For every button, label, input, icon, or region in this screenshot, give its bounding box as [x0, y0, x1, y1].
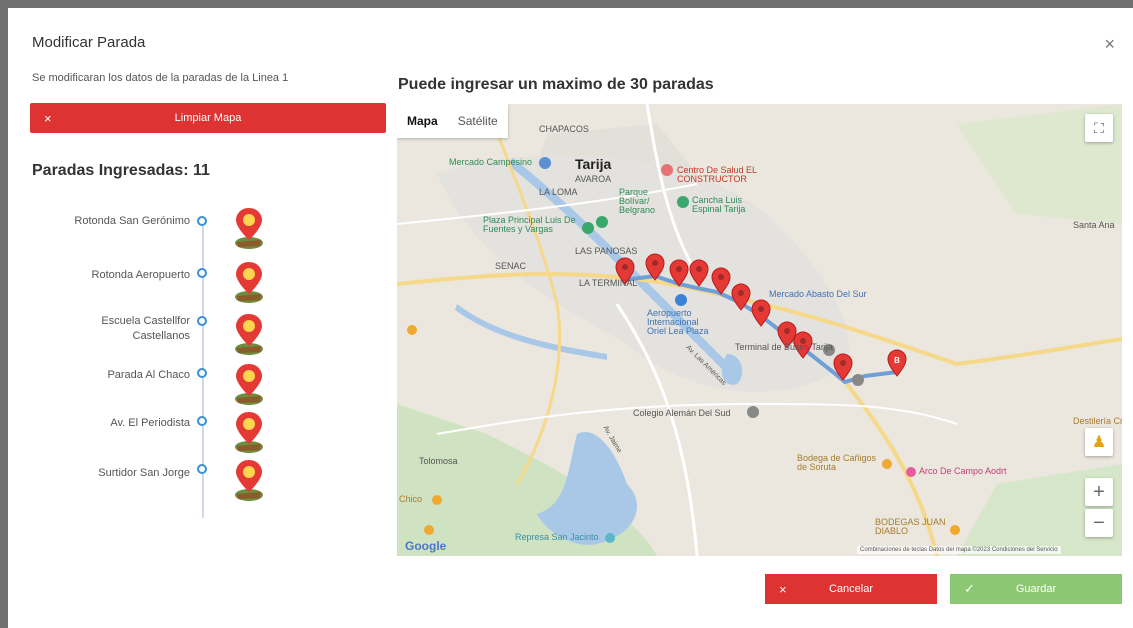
map-type-tabs: Mapa Satélite: [397, 104, 508, 138]
map-label: Colegio Alemán Del Sud: [633, 408, 731, 418]
map-label: BODEGAS JUAN DIABLO: [875, 517, 946, 536]
map-label: Bodega de Cañigos de Soruta: [797, 453, 877, 472]
map-pin-icon: [235, 208, 263, 249]
map-label: AVAROA: [575, 174, 612, 184]
stop-item[interactable]: Av. El Periodista: [32, 410, 372, 460]
modal-subtitle: Se modificaran los datos de la paradas d…: [32, 72, 289, 84]
modify-stop-modal: Modificar Parada × Se modificaran los da…: [8, 8, 1133, 628]
map-label: Mercado Abasto Del Sur: [769, 289, 867, 299]
close-icon: ×: [44, 110, 52, 126]
stop-item[interactable]: Rotonda San Gerónimo: [32, 206, 372, 256]
tab-mapa[interactable]: Mapa: [397, 104, 448, 138]
stop-item[interactable]: Surtidor San Jorge: [32, 458, 372, 508]
timeline-dot-icon: [197, 416, 207, 426]
close-icon: ×: [779, 581, 787, 597]
stop-item[interactable]: Parada Al Chaco: [32, 362, 372, 412]
google-logo: Google: [405, 539, 447, 553]
stop-label: Rotonda Aeropuerto: [91, 269, 190, 281]
stop-label: Escuela Castellfor Castellanos: [101, 315, 190, 342]
clear-map-label: Limpiar Mapa: [174, 112, 242, 124]
stop-item[interactable]: Rotonda Aeropuerto: [32, 260, 372, 310]
timeline-dot-icon: [197, 316, 207, 326]
map-pin-icon: [235, 262, 263, 303]
stop-label: Rotonda San Gerónimo: [74, 215, 190, 227]
save-label: Guardar: [1015, 583, 1057, 595]
stop-label: Parada Al Chaco: [107, 369, 190, 381]
stop-label: Surtidor San Jorge: [98, 467, 190, 479]
close-icon[interactable]: ×: [1104, 34, 1115, 55]
map-label: Mercado Campesino: [449, 157, 533, 167]
map-label: Arco De Campo Aodrt: [919, 466, 1007, 476]
map-pin-icon: [235, 364, 263, 405]
timeline-dot-icon: [197, 464, 207, 474]
map-label: LA TERMINAL: [579, 278, 638, 288]
map-label: Parque Bolívar/ Belgrano: [619, 187, 656, 215]
timeline-dot-icon: [197, 216, 207, 226]
cancel-label: Cancelar: [828, 583, 874, 595]
map-pin-icon: [235, 412, 263, 453]
map-label: Represa San Jacinto: [515, 532, 599, 542]
cancel-button[interactable]: × Cancelar: [765, 574, 937, 604]
map-label: CHAPACOS: [539, 124, 589, 134]
map-label-city: Tarija: [575, 156, 612, 172]
pegman-icon[interactable]: ♟: [1085, 428, 1113, 456]
map-label: Tolomosa: [419, 456, 458, 466]
map-label: Aeropuerto Internacional Oriel Lea Plaza: [647, 308, 709, 336]
map-label: LAS PANOSAS: [575, 246, 638, 256]
check-icon: ✓: [964, 581, 975, 596]
timeline-dot-icon: [197, 268, 207, 278]
tab-satelite[interactable]: Satélite: [448, 104, 508, 138]
map-label: Cancha Luis Espinal Tarija: [692, 195, 746, 214]
map-pin-icon: [235, 460, 263, 501]
stop-label: Av. El Periodista: [110, 417, 190, 429]
map-label: Santa Ana: [1073, 220, 1115, 230]
map-label: Destilería Cruz: [1073, 416, 1122, 426]
map-footer[interactable]: Combinaciones de teclas Datos del mapa ©…: [857, 546, 1061, 554]
fullscreen-icon[interactable]: ⛶: [1085, 114, 1113, 142]
map-label: Chico: [399, 494, 423, 504]
map-label: SENAC: [495, 261, 527, 271]
map-heading: Puede ingresar un maximo de 30 paradas: [398, 76, 714, 93]
map-label: Centro De Salud EL CONSTRUCTOR: [677, 165, 757, 184]
svg-text:B: B: [894, 356, 900, 365]
map-canvas[interactable]: B Mapa Satélite CHAPACOS Mercado Campesi…: [397, 104, 1122, 556]
modal-title: Modificar Parada: [32, 34, 146, 51]
clear-map-button[interactable]: × Limpiar Mapa: [30, 103, 386, 133]
save-button[interactable]: ✓ Guardar: [950, 574, 1122, 604]
map-label: LA LOMA: [539, 187, 578, 197]
map-label: Plaza Principal Luis De Fuentes y Vargas: [483, 215, 576, 234]
stops-count-title: Paradas Ingresadas: 11: [32, 162, 210, 179]
timeline-dot-icon: [197, 368, 207, 378]
zoom-out-button[interactable]: −: [1085, 509, 1113, 537]
map-label: Terminal de Buses Tarija: [735, 342, 833, 352]
zoom-in-button[interactable]: +: [1085, 478, 1113, 506]
map-pin-icon: [235, 314, 263, 355]
stop-item[interactable]: Escuela Castellfor Castellanos: [32, 312, 372, 362]
